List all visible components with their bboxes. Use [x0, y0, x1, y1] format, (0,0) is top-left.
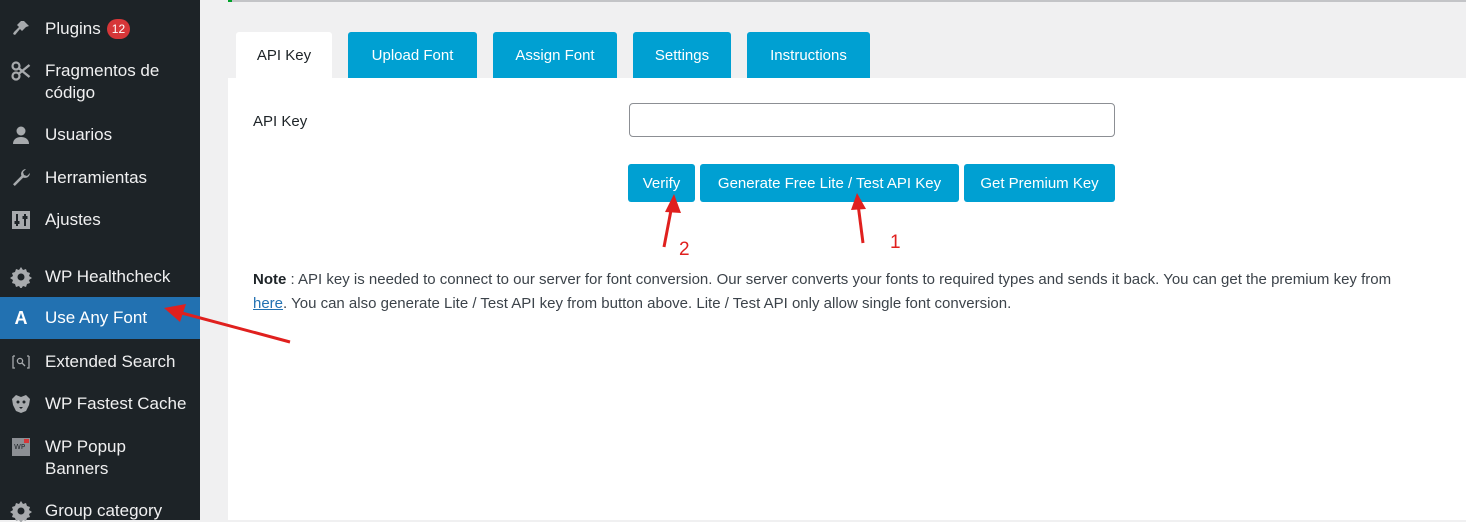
sidebar-item-tools[interactable]: Herramientas — [0, 167, 200, 189]
sidebar-item-label: WP Fastest Cache — [45, 394, 187, 413]
gear-icon — [10, 266, 32, 288]
sidebar-item-label: WP Healthcheck — [45, 267, 171, 286]
search-bracket-icon — [10, 351, 32, 373]
svg-text:WP: WP — [14, 443, 25, 451]
gear-icon — [10, 500, 32, 522]
annotation-number-2: 2 — [679, 239, 690, 260]
note-label: Note — [253, 271, 287, 288]
sidebar-item-label: Usuarios — [45, 125, 113, 144]
sidebar-item-group-category[interactable]: Group category — [0, 500, 200, 522]
admin-sidebar: Plugins 12 Fragmentos de código Usuarios H… — [0, 0, 200, 522]
annotation-number-1: 1 — [890, 232, 901, 253]
update-count-badge: 12 — [106, 18, 131, 39]
plugin-icon — [10, 18, 32, 40]
scissors-icon — [10, 60, 32, 82]
sidebar-item-wp-fastest-cache[interactable]: WP Fastest Cache — [0, 393, 200, 415]
wp-popup-icon: WP — [10, 436, 32, 458]
sidebar-item-label: Herramientas — [45, 168, 148, 187]
sidebar-item-label: Ajustes — [45, 210, 101, 229]
api-note: Note : API key is needed to connect to o… — [253, 268, 1466, 316]
api-key-label: API Key — [253, 113, 308, 130]
sidebar-item-label-line2: Banners — [45, 459, 109, 478]
premium-key-link[interactable]: here — [253, 295, 283, 312]
sidebar-item-label: Use Any Font — [45, 308, 148, 327]
cheetah-icon — [10, 393, 32, 415]
sidebar-item-label-line1: Fragmentos de — [45, 61, 160, 80]
api-key-input[interactable] — [629, 103, 1115, 137]
sidebar-item-wp-popup-banners[interactable]: WP WP Popup Banners — [0, 436, 200, 480]
sidebar-item-plugins[interactable]: Plugins 12 — [0, 18, 200, 40]
note-text-line2: . You can also generate Lite / Test API … — [283, 295, 1012, 312]
sidebar-item-label: Group category — [45, 501, 163, 520]
generate-free-key-button[interactable]: Generate Free Lite / Test API Key — [700, 164, 959, 202]
sidebar-item-label-line2: código — [45, 83, 96, 102]
tab-assign-font[interactable]: Assign Font — [493, 32, 617, 78]
note-separator: : — [286, 271, 299, 288]
sidebar-item-use-any-font[interactable]: A Use Any Font — [0, 297, 200, 339]
top-notice-border — [228, 0, 1466, 2]
sidebar-item-label: Plugins — [45, 19, 101, 38]
sidebar-item-extended-search[interactable]: Extended Search — [0, 351, 200, 373]
sidebar-item-wp-healthcheck[interactable]: WP Healthcheck — [0, 266, 200, 288]
sidebar-item-users[interactable]: Usuarios — [0, 124, 200, 146]
wrench-icon — [10, 167, 32, 189]
letter-a-icon: A — [14, 308, 28, 328]
verify-button[interactable]: Verify — [628, 164, 695, 202]
sidebar-item-code-snippets[interactable]: Fragmentos de código — [0, 60, 200, 104]
sidebar-item-label: Extended Search — [45, 352, 176, 371]
tab-instructions[interactable]: Instructions — [747, 32, 870, 78]
user-icon — [10, 124, 32, 146]
tab-api-key[interactable]: API Key — [236, 32, 332, 78]
get-premium-key-button[interactable]: Get Premium Key — [964, 164, 1115, 202]
sidebar-item-label-line1: WP Popup — [45, 437, 126, 456]
sidebar-item-settings[interactable]: Ajustes — [0, 209, 200, 231]
tab-settings[interactable]: Settings — [633, 32, 731, 78]
note-text-line1: API key is needed to connect to our serv… — [298, 271, 1392, 288]
settings-sliders-icon — [10, 209, 32, 231]
tab-upload-font[interactable]: Upload Font — [348, 32, 477, 78]
